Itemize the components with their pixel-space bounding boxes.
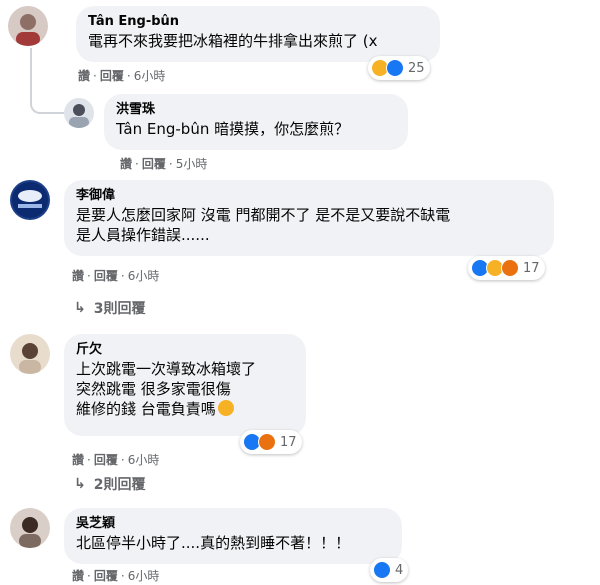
comment-text: Tân Eng-bûn 暗摸摸，你怎麼煎？: [116, 119, 396, 139]
logo-avatar-icon: [12, 182, 48, 218]
timestamp[interactable]: 6小時: [128, 568, 160, 584]
avatar[interactable]: [8, 6, 48, 46]
comment-author[interactable]: 李御偉: [76, 187, 542, 205]
reply-arrow-icon: ↳: [74, 476, 86, 492]
reaction-count: 4: [395, 562, 404, 578]
avatar-photo-icon: [19, 343, 41, 374]
reply-link[interactable]: 回覆: [142, 156, 166, 172]
like-link[interactable]: 讚: [78, 68, 90, 84]
view-replies-link[interactable]: ↳ 2則回覆: [74, 474, 145, 494]
comment-bubble: 洪雪珠 Tân Eng-bûn 暗摸摸，你怎麼煎？: [104, 94, 408, 150]
reaction-summary[interactable]: 4: [370, 558, 409, 582]
avatar-photo-icon: [69, 104, 89, 128]
comment-actions: 讚 · 回覆 · 6小時: [72, 452, 160, 468]
comment-text-line: 是要人怎麼回家阿 沒電 門都開不了 是不是又要說不缺電: [76, 206, 451, 224]
like-link[interactable]: 讚: [72, 268, 84, 284]
comment-author[interactable]: 斤欠: [76, 341, 294, 359]
replies-count[interactable]: 2則回覆: [94, 474, 146, 494]
timestamp[interactable]: 6小時: [134, 68, 166, 84]
timestamp[interactable]: 5小時: [176, 156, 208, 172]
comment-author[interactable]: 吳芝穎: [76, 515, 390, 533]
reply-link[interactable]: 回覆: [94, 452, 118, 468]
reply-link[interactable]: 回覆: [94, 268, 118, 284]
avatar[interactable]: [10, 334, 50, 374]
reaction-count: 17: [523, 260, 540, 276]
comment-actions: 讚 · 回覆 · 6小時: [72, 268, 160, 284]
comment-text-line: 是人員操作錯誤......: [76, 226, 210, 244]
comment-bubble: Tân Eng-bûn 電再不來我要把冰箱裡的牛排拿出來煎了 (x: [76, 6, 440, 62]
avatar[interactable]: [10, 180, 50, 220]
timestamp[interactable]: 6小時: [128, 452, 160, 468]
reply-arrow-icon: ↳: [74, 300, 86, 316]
view-replies-link[interactable]: ↳ 3則回覆: [74, 298, 145, 318]
comment-text: 電再不來我要把冰箱裡的牛排拿出來煎了 (x: [88, 32, 378, 50]
avatar-photo-icon: [16, 14, 40, 46]
comment-bubble: 吳芝穎 北區停半小時了....真的熱到睡不著！！！: [64, 508, 402, 564]
replies-count[interactable]: 3則回覆: [94, 298, 146, 318]
like-link[interactable]: 讚: [120, 156, 132, 172]
comment-text-line: 維修的錢 台電負責嗎: [76, 399, 294, 419]
like-icon: [373, 561, 391, 579]
comment-bubble: 斤欠 上次跳電一次導致冰箱壞了 突然跳電 很多家電很傷 維修的錢 台電負責嗎: [64, 334, 306, 436]
reaction-count: 25: [408, 60, 425, 76]
like-link[interactable]: 讚: [72, 568, 84, 584]
timestamp[interactable]: 6小時: [128, 268, 160, 284]
comment-actions: 讚 · 回覆 · 6小時: [72, 568, 160, 584]
sad-emoji-icon: [217, 400, 234, 416]
comment-author[interactable]: Tân Eng-bûn: [88, 13, 428, 31]
reaction-summary[interactable]: 25: [368, 56, 430, 80]
mention-link[interactable]: Tân Eng-bûn 暗摸摸，你怎麼煎？: [116, 120, 349, 138]
avatar-photo-icon: [19, 517, 41, 548]
reaction-summary[interactable]: 17: [240, 430, 302, 454]
like-icon: [386, 59, 404, 77]
reply-thread-line: [30, 48, 64, 114]
comment-text: 北區停半小時了....真的熱到睡不著！！！: [76, 534, 351, 552]
avatar[interactable]: [64, 98, 94, 128]
comment-actions: 讚 · 回覆 · 5小時: [120, 156, 208, 172]
comment-text-line: 上次跳電一次導致冰箱壞了: [76, 360, 257, 378]
comment-text-line: 突然跳電 很多家電很傷: [76, 380, 231, 398]
reply-link[interactable]: 回覆: [94, 568, 118, 584]
reaction-summary[interactable]: 17: [468, 256, 545, 280]
reply-link[interactable]: 回覆: [100, 68, 124, 84]
comment-bubble: 李御偉 是要人怎麼回家阿 沒電 門都開不了 是不是又要說不缺電 是人員操作錯誤.…: [64, 180, 554, 256]
reaction-count: 17: [280, 434, 297, 450]
like-link[interactable]: 讚: [72, 452, 84, 468]
avatar[interactable]: [10, 508, 50, 548]
angry-icon: [501, 259, 519, 277]
angry-icon: [258, 433, 276, 451]
comment-author[interactable]: 洪雪珠: [116, 101, 396, 119]
comment-actions: 讚 · 回覆 · 6小時: [78, 68, 166, 84]
